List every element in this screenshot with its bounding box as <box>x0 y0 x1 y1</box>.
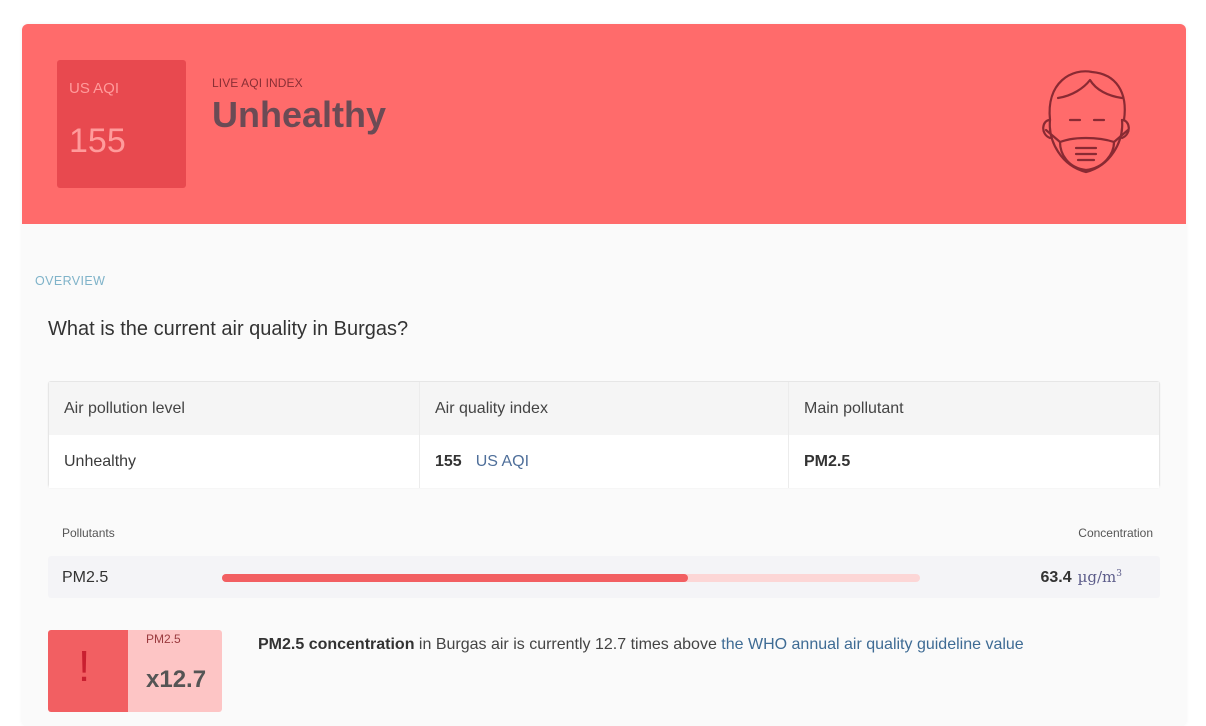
air-quality-table: Air pollution level Air quality index Ma… <box>48 381 1160 488</box>
table-header-row: Air pollution level Air quality index Ma… <box>49 382 1159 435</box>
message-text: in Burgas air is currently 12.7 times ab… <box>414 636 722 653</box>
multiplier-value: x12.7 <box>146 666 207 693</box>
exclamation-icon: ! <box>78 642 91 691</box>
face-mask-icon <box>1042 70 1130 174</box>
pollutant-concentration-value: 63.4 <box>1040 569 1072 586</box>
table-row: Unhealthy 155 US AQI PM2.5 <box>49 435 1159 488</box>
who-guideline-message: PM2.5 concentration in Burgas air is cur… <box>258 636 1024 654</box>
table-header-cell: Main pollutant <box>804 399 904 417</box>
warning-panel: ! <box>48 630 128 712</box>
who-guideline-link[interactable]: the WHO annual air quality guideline val… <box>721 636 1023 653</box>
overview-question: What is the current air quality in Burga… <box>48 318 409 340</box>
unit-superscript: 3 <box>1116 569 1122 579</box>
pollutant-concentration: 63.4 µg/m3 <box>1040 568 1122 587</box>
pollutant-concentration-unit: µg/m3 <box>1078 568 1122 586</box>
unit-base: µg/m <box>1077 568 1117 586</box>
aqi-card: US AQI 155 LIVE AQI INDEX Unhealthy OVER… <box>22 24 1186 726</box>
overview-section-label: OVERVIEW <box>35 274 106 288</box>
pollutant-level-bar-fill <box>222 574 688 582</box>
aqi-hero-banner: US AQI 155 LIVE AQI INDEX Unhealthy <box>22 24 1186 224</box>
table-header-cell: Air quality index <box>420 382 789 435</box>
multiplier-panel: PM2.5 x12.7 <box>128 630 222 712</box>
aqi-cell-unit-link[interactable]: US AQI <box>476 453 529 471</box>
message-bold: PM2.5 concentration <box>258 636 415 653</box>
who-multiplier-badge: ! PM2.5 x12.7 <box>48 630 222 712</box>
main-pollutant-value: PM2.5 <box>804 452 851 470</box>
pollutant-name: PM2.5 <box>62 569 109 586</box>
concentration-header: Concentration <box>1078 526 1153 540</box>
pollutant-level-bar <box>222 574 920 582</box>
aqi-score-label: US AQI <box>69 80 120 97</box>
multiplier-pollutant: PM2.5 <box>146 632 181 646</box>
live-aqi-kicker: LIVE AQI INDEX <box>212 76 303 90</box>
aqi-status-title: Unhealthy <box>212 94 387 135</box>
main-pollutant-cell: PM2.5 <box>789 435 1159 488</box>
aqi-cell-value: 155 <box>435 452 462 470</box>
aqi-cell: 155 US AQI <box>420 435 789 488</box>
table-header-cell: Air pollution level <box>49 382 420 435</box>
aqi-score-box: US AQI 155 <box>57 60 186 188</box>
pollution-level-cell: Unhealthy <box>49 435 420 488</box>
pollutants-header: Pollutants <box>62 526 115 540</box>
aqi-score-value: 155 <box>69 122 126 160</box>
pollutant-row: PM2.5 63.4 µg/m3 <box>48 556 1160 598</box>
